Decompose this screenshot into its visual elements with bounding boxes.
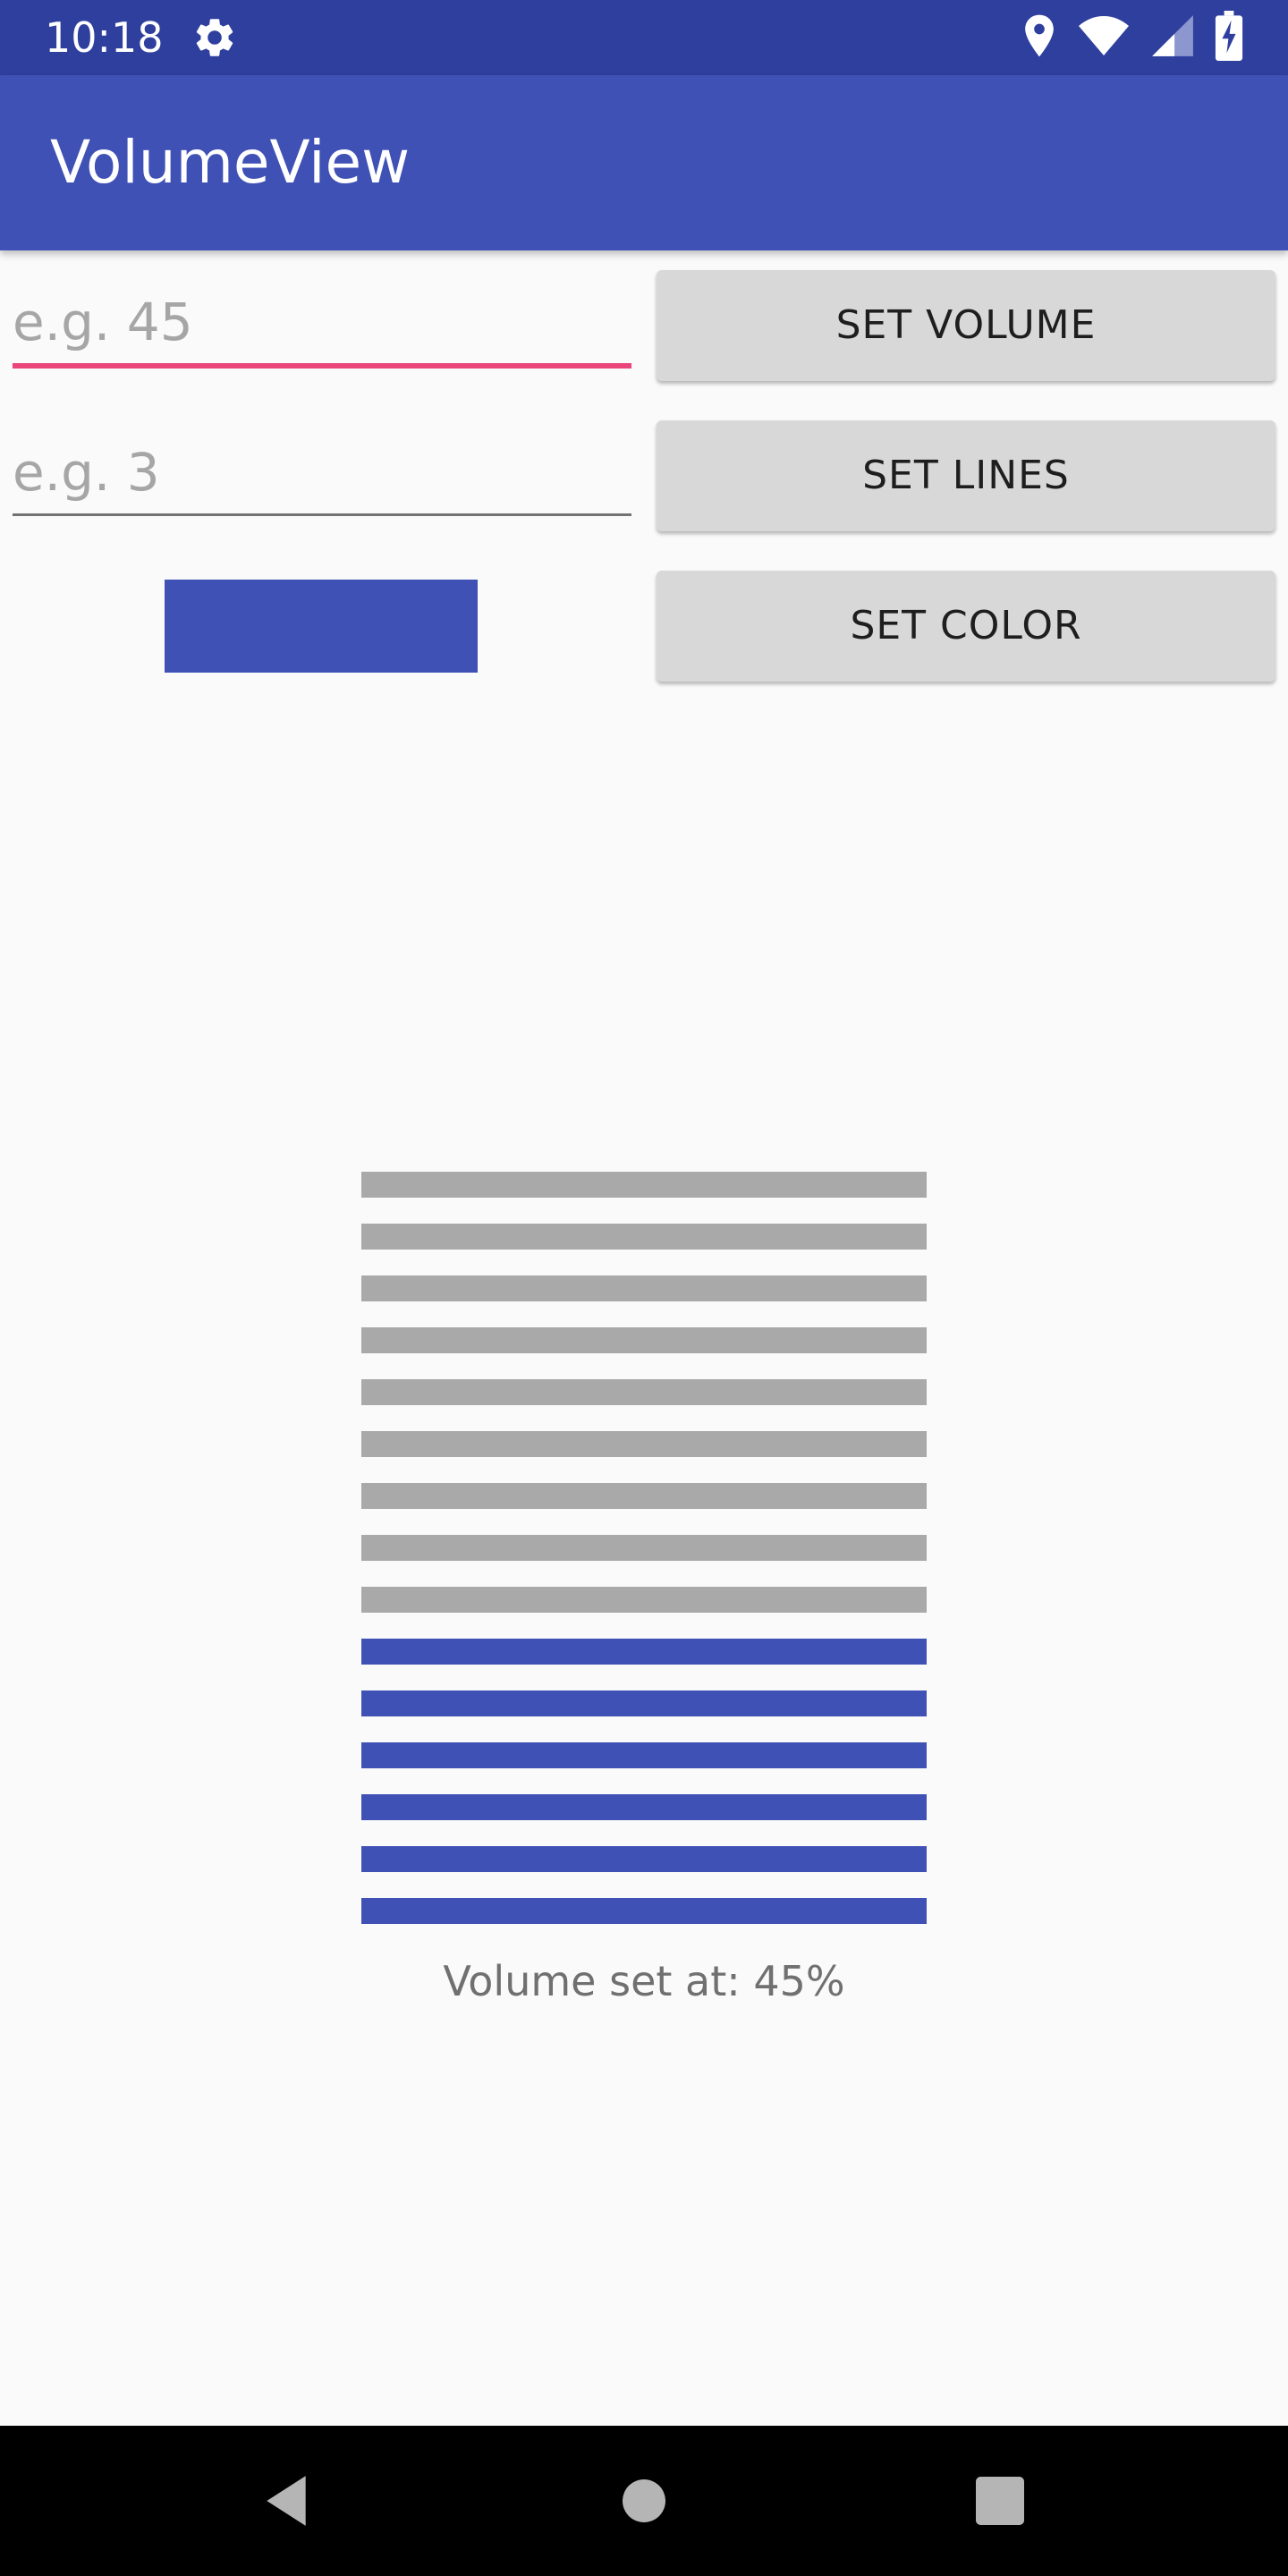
volume-input[interactable] — [13, 284, 631, 360]
lines-input-underline — [13, 513, 631, 516]
set-lines-button[interactable]: SET LINES — [657, 420, 1275, 531]
volume-line-active — [361, 1898, 927, 1924]
signal-icon — [1150, 13, 1195, 62]
volume-line-inactive — [361, 1275, 927, 1301]
volume-line-active — [361, 1846, 927, 1872]
volume-line-active — [361, 1742, 927, 1768]
color-swatch — [165, 580, 478, 673]
volume-line-active — [361, 1794, 927, 1820]
volume-line-inactive — [361, 1172, 927, 1198]
volume-line-inactive — [361, 1379, 927, 1405]
volume-line-active — [361, 1639, 927, 1665]
back-icon[interactable] — [250, 2465, 322, 2537]
status-bar: 10:18 — [0, 0, 1288, 75]
volume-line-active — [361, 1690, 927, 1716]
location-icon — [1021, 13, 1057, 63]
wifi-icon — [1077, 13, 1131, 62]
nav-bar — [0, 2426, 1288, 2576]
volume-line-inactive — [361, 1535, 927, 1561]
home-icon[interactable] — [608, 2465, 680, 2537]
volume-line-inactive — [361, 1327, 927, 1353]
gear-icon — [191, 14, 238, 61]
volume-line-inactive — [361, 1431, 927, 1457]
volume-line-inactive — [361, 1483, 927, 1509]
app-bar: VolumeView — [0, 75, 1288, 250]
app-title: VolumeView — [50, 128, 411, 197]
set-color-button[interactable]: SET COLOR — [657, 571, 1275, 682]
screen: 10:18 VolumeView e.g. 45 e.g. 3 SET VOLU… — [0, 0, 1288, 2576]
volume-view — [361, 1172, 927, 1924]
volume-line-inactive — [361, 1587, 927, 1613]
status-icons — [1021, 11, 1243, 64]
battery-icon — [1215, 11, 1243, 64]
recents-icon[interactable] — [964, 2465, 1036, 2537]
volume-label: Volume set at: 45% — [443, 1957, 845, 2005]
volume-input-underline — [13, 363, 631, 369]
status-time: 10:18 — [45, 13, 164, 62]
set-volume-button[interactable]: SET VOLUME — [657, 270, 1275, 381]
volume-line-inactive — [361, 1224, 927, 1250]
lines-input[interactable] — [13, 435, 631, 510]
